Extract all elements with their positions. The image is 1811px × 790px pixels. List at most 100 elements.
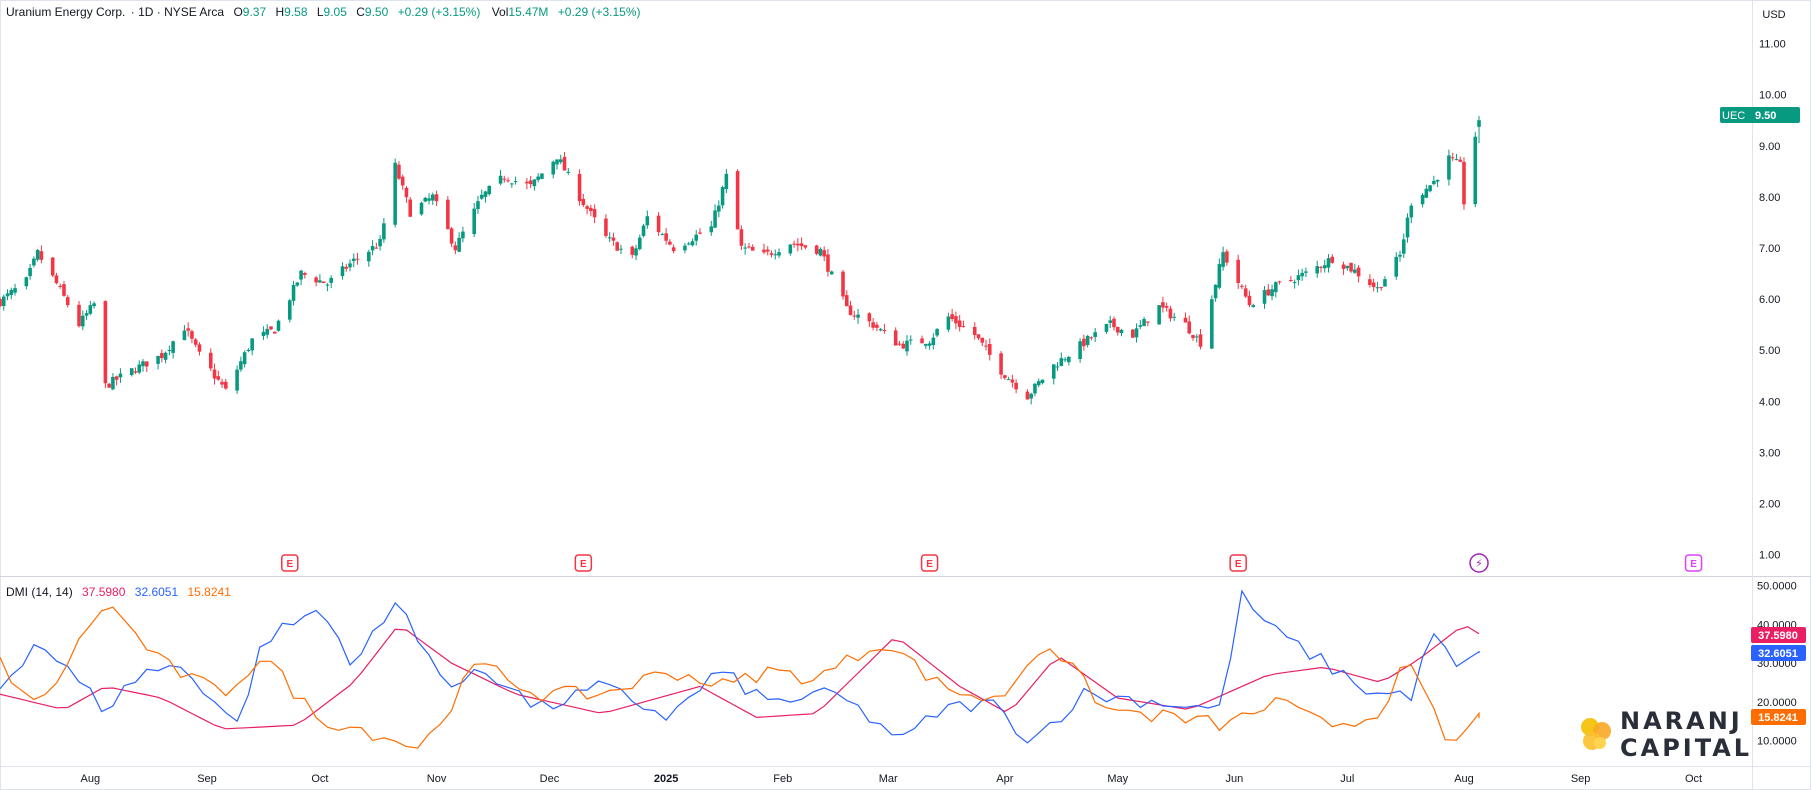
candle-body <box>13 288 17 293</box>
candle-body <box>246 349 251 351</box>
candle-body <box>404 187 409 198</box>
low-value: 9.05 <box>323 5 347 19</box>
price-tick-label: 1.00 <box>1759 550 1780 562</box>
candle-body <box>946 316 951 330</box>
candle-body <box>829 271 834 275</box>
plus-di-legend-value: 32.6051 <box>134 585 179 599</box>
candle-body <box>882 329 887 331</box>
event-markers: E E E E ⚡ E <box>281 553 1703 573</box>
currency-label[interactable]: USD <box>1762 9 1785 21</box>
candle-body <box>999 353 1003 375</box>
high-value: 9.58 <box>284 5 308 19</box>
candle-body <box>39 251 44 260</box>
candle-body <box>0 299 2 307</box>
candle-body <box>920 338 924 344</box>
candle-body <box>765 249 770 252</box>
candle-body <box>871 322 875 328</box>
candle-body <box>476 201 480 210</box>
candle-body <box>961 326 966 328</box>
candle-body <box>686 243 691 245</box>
brand-text: NARANJ CAPITAL <box>1620 708 1752 762</box>
candle-body <box>295 282 300 286</box>
plus_di-line <box>0 589 1480 744</box>
candle-body <box>1435 179 1440 182</box>
candle-body <box>1225 251 1229 263</box>
candle-body <box>769 253 774 255</box>
candle-body <box>1210 299 1214 349</box>
candle-body <box>50 257 55 276</box>
candle-body <box>261 331 266 336</box>
candle-body <box>1262 290 1267 304</box>
candle-body <box>472 208 476 235</box>
candle-body <box>893 330 898 346</box>
candle-body <box>908 339 913 341</box>
candle-body <box>1270 289 1274 297</box>
time-tick-label: Mar <box>879 773 898 785</box>
candle-body <box>513 181 518 183</box>
candle-body <box>1462 161 1466 205</box>
candle-body <box>1055 366 1060 368</box>
chart-canvas[interactable]: E E E E ⚡ E 1.00 2.00 3.00 4.00 5.00 6.00 7.00 8.00 9… <box>0 0 1811 790</box>
candle-body <box>129 368 134 376</box>
candle-body <box>269 326 273 330</box>
candle-body <box>1326 258 1331 268</box>
dmi-label[interactable]: DMI (14, 14) <box>6 585 73 599</box>
candle-body <box>1082 338 1086 347</box>
plus-di-tag-value: 32.6051 <box>1758 648 1798 660</box>
candle-body <box>1093 332 1097 338</box>
candle-body <box>114 376 119 380</box>
dmi-legend[interactable]: DMI (14, 14) 37.5980 32.6051 15.8241 <box>6 585 233 599</box>
earnings-event-label: E <box>286 559 293 570</box>
candle-body <box>461 231 465 239</box>
candle-body <box>856 314 860 318</box>
candle-body <box>931 337 936 345</box>
candle-body <box>1409 205 1414 218</box>
candle-body <box>957 320 962 328</box>
candle-body <box>182 330 187 341</box>
dmi-value-tags: 37.5980 32.6051 15.8241 <box>1751 627 1806 725</box>
candle-body <box>510 183 514 185</box>
last-price-tag: UEC 9.50 <box>1720 107 1800 123</box>
candle-body <box>1274 282 1278 293</box>
candle-body <box>111 376 115 390</box>
candle-body <box>1330 256 1335 263</box>
candle-body <box>1003 375 1007 379</box>
candle-body <box>690 241 695 246</box>
candle-body <box>1405 217 1410 238</box>
candle-body <box>1085 335 1090 346</box>
candle-body <box>216 376 221 380</box>
volume-value: 15.47M <box>508 5 549 19</box>
candle-body <box>1191 335 1195 339</box>
candle-body <box>367 251 371 262</box>
candle-body <box>1428 185 1432 192</box>
candle-body <box>1146 321 1150 323</box>
time-axis[interactable]: Aug Sep Oct Nov Dec 2025 Feb Mar Apr May Jun Jul Aug… <box>81 773 1703 785</box>
interval-exchange[interactable]: · 1D · NYSE Arca <box>131 5 224 19</box>
open-label: O <box>233 5 243 19</box>
candle-body <box>551 161 556 175</box>
candle-body <box>634 248 638 256</box>
time-tick-label: Oct <box>311 773 328 785</box>
candle-body <box>841 271 845 297</box>
time-tick-label: May <box>1107 773 1128 785</box>
candle-body <box>1236 259 1240 284</box>
candle-body <box>58 285 63 287</box>
candle-body <box>5 293 10 297</box>
candle-body <box>1247 295 1252 306</box>
price-tick-label: 5.00 <box>1759 345 1780 357</box>
candle-body <box>340 266 345 277</box>
candle-body <box>607 237 612 239</box>
candle-body <box>1375 287 1380 289</box>
price-tag-ticker: UEC <box>1722 110 1745 122</box>
candle-body <box>1240 285 1244 287</box>
time-tick-label: Sep <box>1571 773 1591 785</box>
time-tick-label: Dec <box>540 773 560 785</box>
candle-body <box>935 329 939 336</box>
candle-body <box>976 334 981 339</box>
symbol-name[interactable]: Uranium Energy Corp. <box>6 5 125 19</box>
candle-body <box>1473 136 1478 205</box>
candle-body <box>796 243 800 246</box>
symbol-legend[interactable]: Uranium Energy Corp. · 1D · NYSE Arca O 9… <box>6 5 643 19</box>
candle-body <box>107 383 111 388</box>
price-tick-label: 8.00 <box>1759 192 1780 204</box>
